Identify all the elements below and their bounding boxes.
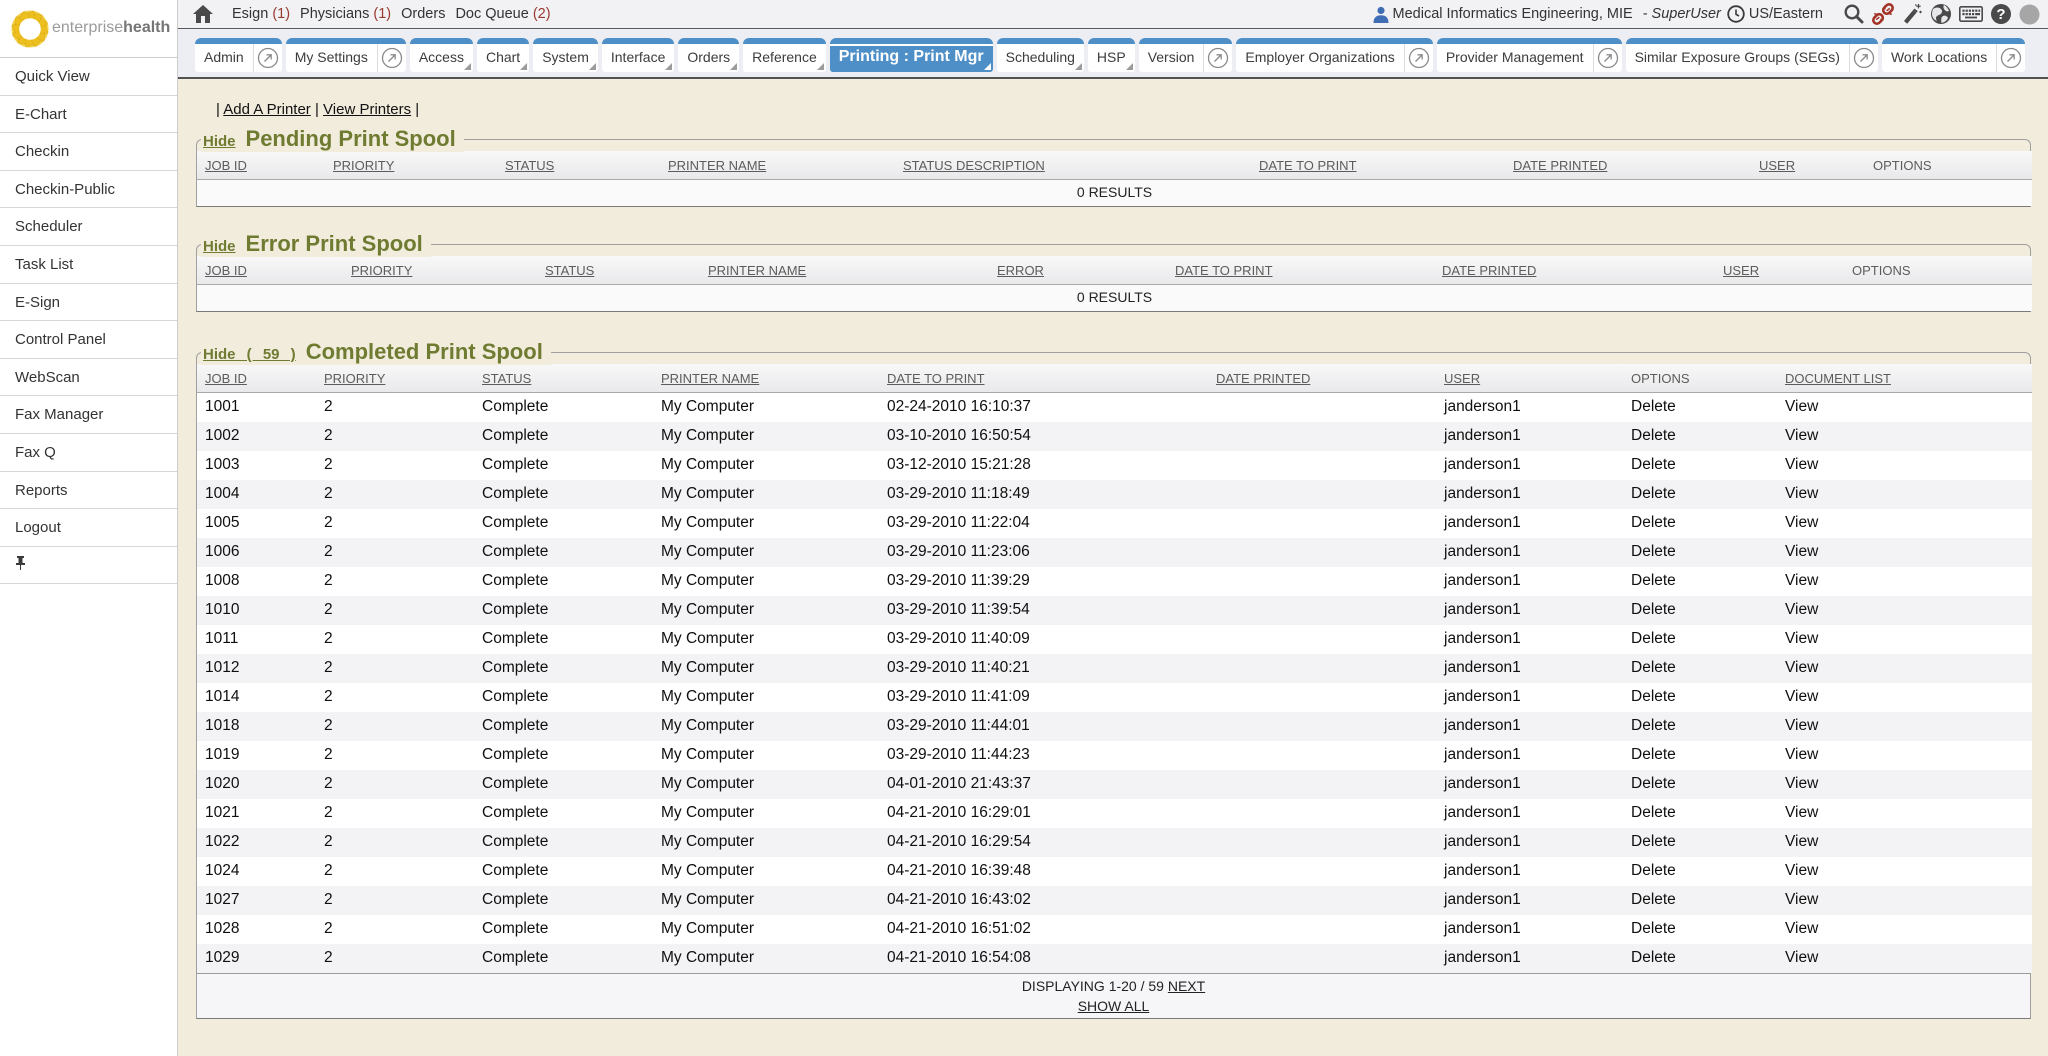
svg-text:?: ?: [1996, 6, 2005, 23]
